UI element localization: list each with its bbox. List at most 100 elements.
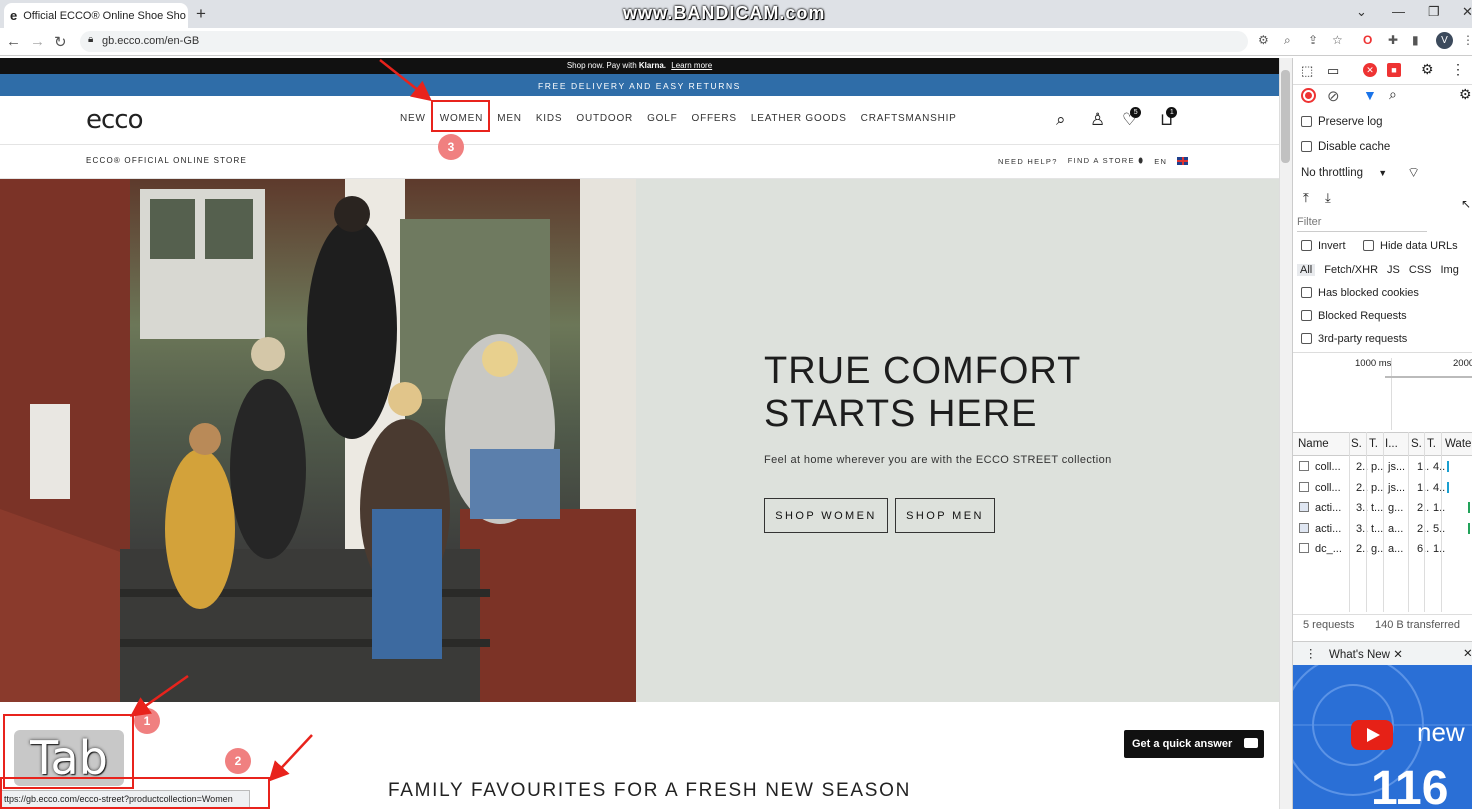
network-conditions-wifi-icon[interactable]: ⌔ [1407, 164, 1420, 182]
column-divider[interactable] [1441, 432, 1442, 612]
transferred-size: 140 B transferred [1375, 619, 1460, 631]
request-cell-c2: t... [1371, 522, 1384, 535]
throttling-select[interactable]: No throttling ▼ [1301, 167, 1387, 179]
devtools-menu-icon[interactable]: ⋮ [1451, 61, 1465, 78]
close-drawer-icon[interactable]: ✕ [1463, 646, 1472, 660]
waterfall-bar [1468, 522, 1470, 534]
blocked-cookies-checkbox[interactable]: Has blocked cookies [1301, 287, 1419, 299]
hide-data-urls-checkbox[interactable]: Hide data URLs [1363, 240, 1458, 252]
drawer-tabbar: ⋮ What's New ✕ ✕ [1293, 641, 1472, 665]
hide-data-urls-label: Hide data URLs [1380, 240, 1458, 252]
request-cell-c2: g.. [1371, 543, 1384, 555]
request-cell-c5: 1.. [1433, 502, 1446, 514]
waterfall-bar [1468, 502, 1470, 513]
requests-count: 5 requests [1303, 619, 1355, 631]
request-type-icon [1299, 481, 1309, 492]
network-settings-icon[interactable]: ⚙ [1459, 86, 1472, 103]
request-cell-c5: 1.. [1433, 543, 1446, 555]
waterfall-bar [1447, 481, 1449, 493]
resource-type-filters: All Fetch/XHR JS CSS Img [1297, 264, 1459, 276]
inspect-element-icon[interactable]: ⬚ [1301, 63, 1313, 79]
col-waterfall[interactable]: Water [1445, 438, 1472, 450]
request-cell-c3: a... [1388, 522, 1404, 535]
col-initiator[interactable]: I... [1385, 438, 1398, 450]
device-toolbar-icon[interactable]: ▭ [1327, 63, 1339, 79]
record-icon[interactable] [1301, 88, 1316, 103]
column-divider[interactable] [1349, 432, 1350, 612]
search-network-icon[interactable]: ⌕ [1389, 86, 1397, 103]
import-har-icon[interactable]: ⤒ [1303, 190, 1309, 206]
request-type-icon [1299, 461, 1309, 471]
request-cell-c3: a... [1388, 543, 1404, 555]
column-divider[interactable] [1424, 432, 1425, 612]
request-cell-c5: 4.. [1433, 481, 1446, 494]
request-cell-c2: t... [1371, 502, 1384, 514]
request-cell-c2: p.. [1371, 481, 1384, 494]
filter-all[interactable]: All [1297, 264, 1316, 276]
column-divider[interactable] [1366, 432, 1367, 612]
timeline-label-1: 1000 ms [1355, 358, 1392, 369]
promo-version: 116 [1371, 762, 1449, 809]
filter-fetch-xhr[interactable]: Fetch/XHR [1324, 264, 1378, 276]
filter-input[interactable]: Filter [1297, 213, 1427, 232]
filter-js[interactable]: JS [1387, 264, 1400, 276]
request-cell-name: acti... [1315, 502, 1342, 514]
errors-icon[interactable]: ✕ [1363, 63, 1377, 77]
close-drawer-tab-icon[interactable]: ✕ [1393, 649, 1403, 661]
preserve-log-checkbox[interactable]: Preserve log [1301, 116, 1383, 128]
col-name[interactable]: Name [1298, 438, 1329, 450]
devtools-settings-icon[interactable]: ⚙ [1421, 61, 1434, 78]
invert-label: Invert [1318, 240, 1346, 252]
disable-cache-checkbox[interactable]: Disable cache [1301, 141, 1390, 153]
col-size[interactable]: S. [1411, 438, 1422, 450]
disable-cache-label: Disable cache [1318, 141, 1391, 153]
timeline-label-2: 2000 [1453, 358, 1472, 369]
waterfall-bar [1447, 461, 1449, 472]
whats-new-label: What's New [1329, 649, 1390, 661]
dropdown-arrow-icon: ▼ [1378, 168, 1388, 178]
request-type-icon [1299, 502, 1309, 512]
filter-funnel-icon[interactable]: ▼ [1363, 87, 1377, 103]
request-type-icon [1299, 543, 1309, 553]
whats-new-tab[interactable]: What's New ✕ [1329, 647, 1403, 661]
clear-icon[interactable]: ⊘ [1327, 87, 1340, 105]
filter-css[interactable]: CSS [1409, 264, 1432, 276]
column-divider[interactable] [1383, 432, 1384, 612]
throttling-value: No throttling [1301, 167, 1364, 179]
request-cell-c3: js... [1388, 481, 1406, 494]
youtube-play-icon[interactable] [1351, 720, 1393, 750]
preserve-log-label: Preserve log [1318, 116, 1383, 128]
arrow-to-tab-key [129, 674, 189, 717]
filter-img[interactable]: Img [1441, 264, 1459, 276]
timeline-gridline [1391, 358, 1392, 430]
request-cell-name: dc_... [1315, 543, 1342, 555]
third-party-checkbox[interactable]: 3rd-party requests [1301, 333, 1407, 345]
timeline-overview [1385, 376, 1472, 378]
request-cell-name: acti... [1315, 522, 1342, 535]
col-type[interactable]: T. [1369, 438, 1378, 450]
arrow-to-women [379, 59, 432, 102]
blocked-requests-checkbox[interactable]: Blocked Requests [1301, 310, 1407, 322]
whats-new-promo: new 116 [1293, 665, 1472, 809]
request-cell-c2: p.. [1371, 461, 1384, 473]
export-har-icon[interactable]: ⤓ [1325, 190, 1331, 206]
mouse-cursor-icon: ↖ [1461, 197, 1472, 211]
third-party-label: 3rd-party requests [1318, 333, 1408, 345]
request-cell-name: coll... [1315, 461, 1341, 473]
request-cell-c3: g... [1388, 502, 1404, 514]
promo-new: new [1417, 717, 1465, 747]
request-cell-c5: 4.. [1433, 461, 1446, 473]
devtools-panel: ⬚ ▭ ✕ ■ ⚙ ⋮ ⊘ ▼ ⌕ ⚙ Preserve log Disable… [1292, 58, 1472, 809]
request-cell-c5: 5.. [1433, 522, 1446, 535]
column-divider[interactable] [1408, 432, 1409, 612]
request-cell-c3: js... [1388, 461, 1406, 473]
arrow-to-status-url [268, 734, 313, 782]
col-time[interactable]: T. [1427, 438, 1436, 450]
drawer-menu-icon[interactable]: ⋮ [1305, 646, 1317, 660]
issues-icon[interactable]: ■ [1387, 63, 1401, 77]
invert-checkbox[interactable]: Invert [1301, 240, 1346, 252]
blocked-cookies-label: Has blocked cookies [1318, 287, 1419, 299]
request-type-icon [1299, 522, 1309, 533]
annotation-arrows [129, 59, 432, 782]
col-status[interactable]: S. [1351, 438, 1362, 450]
